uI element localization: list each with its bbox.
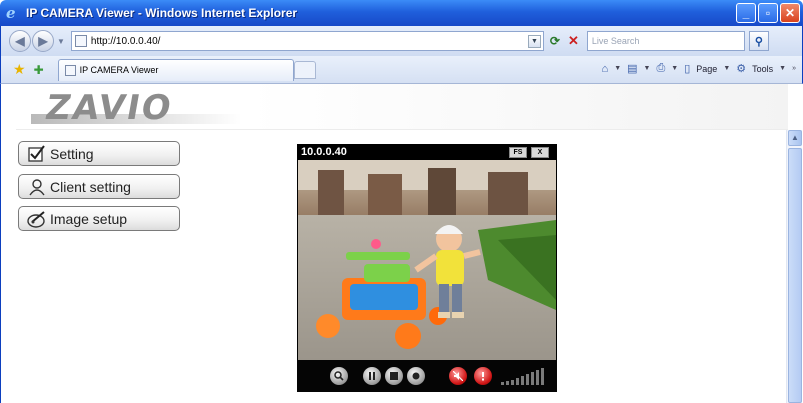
page-dropdown-icon[interactable]: ▼	[723, 65, 730, 72]
back-button[interactable]: ◀	[9, 30, 31, 52]
record-icon[interactable]	[407, 367, 425, 385]
camera-live-image	[298, 160, 556, 360]
image-edit-icon	[27, 210, 47, 228]
refresh-icon[interactable]: ⟳	[550, 34, 560, 48]
stop-icon[interactable]	[385, 367, 403, 385]
new-tab-button[interactable]	[293, 60, 316, 79]
page-menu-icon[interactable]: ▯	[684, 62, 690, 75]
checkbox-icon	[27, 144, 47, 163]
favorites-star-icon[interactable]: ★	[13, 61, 26, 78]
page-icon	[74, 35, 87, 47]
page-menu-label[interactable]: Page	[696, 64, 717, 74]
mute-icon[interactable]	[449, 367, 467, 385]
history-dropdown-icon[interactable]: ▼	[57, 37, 65, 46]
minimize-button[interactable]: _	[736, 3, 756, 23]
search-input[interactable]: Live Search	[586, 31, 745, 51]
tab-ip-camera-viewer[interactable]: IP CAMERA Viewer	[57, 58, 294, 81]
client-setting-label: Client setting	[50, 178, 131, 195]
video-controls	[297, 360, 557, 392]
tab-label: IP CAMERA Viewer	[79, 65, 159, 75]
search-icon[interactable]: ⚲	[748, 31, 769, 51]
scroll-up-icon[interactable]: ▲	[788, 130, 802, 146]
maximize-button[interactable]: ▫	[758, 3, 778, 23]
feeds-dropdown-icon[interactable]: ▼	[644, 65, 651, 72]
volume-icon[interactable]	[501, 368, 547, 386]
command-buttons: ⌂ ▼ ▤ ▼ ⎙ ▼ ▯ Page ▼ ⚙ Tools ▼ »	[602, 62, 796, 75]
setting-label: Setting	[50, 145, 94, 162]
search-placeholder: Live Search	[591, 36, 640, 46]
client-setting-button[interactable]: Client setting	[18, 174, 180, 199]
address-input[interactable]: http://10.0.0.40/ ▼	[70, 31, 544, 51]
address-toolbar: ◀ ▶ ▼ http://10.0.0.40/ ▼ ⟳ ✕ Live Searc…	[0, 26, 803, 56]
print-icon[interactable]: ⎙	[656, 62, 665, 75]
ie-logo-icon: e	[6, 4, 16, 22]
address-dropdown-icon[interactable]: ▼	[527, 35, 541, 48]
close-button[interactable]: ✕	[780, 3, 800, 23]
zoom-icon[interactable]	[330, 367, 348, 385]
forward-button[interactable]: ▶	[32, 30, 54, 52]
home-icon[interactable]: ⌂	[602, 63, 609, 75]
chevron-more-icon[interactable]: »	[792, 65, 796, 72]
window-controls: _ ▫ ✕	[736, 3, 800, 23]
alarm-icon[interactable]	[474, 367, 492, 385]
command-bar: ★ ✚ IP CAMERA Viewer ⌂ ▼ ▤ ▼ ⎙ ▼ ▯ Page ▼ ⚙ …	[0, 56, 803, 84]
vertical-scrollbar[interactable]: ▲	[786, 130, 802, 403]
pause-icon[interactable]	[363, 367, 381, 385]
window-title: IP CAMERA Viewer - Windows Internet Expl…	[26, 6, 298, 20]
print-dropdown-icon[interactable]: ▼	[671, 65, 678, 72]
zavio-logo: ZAVIO	[42, 88, 177, 128]
image-setup-button[interactable]: Image setup	[18, 206, 180, 231]
page-icon	[64, 64, 76, 76]
feeds-icon[interactable]: ▤	[627, 62, 637, 75]
image-setup-label: Image setup	[50, 210, 128, 227]
camera-ip-label: 10.0.0.40	[301, 146, 347, 158]
exit-view-button[interactable]: X	[531, 147, 549, 158]
user-icon	[27, 178, 47, 196]
tools-menu-label[interactable]: Tools	[752, 64, 773, 74]
url-text: http://10.0.0.40/	[90, 35, 161, 47]
stop-icon[interactable]: ✕	[568, 33, 579, 49]
home-dropdown-icon[interactable]: ▼	[614, 65, 621, 72]
logo-banner: ZAVIO	[16, 84, 788, 130]
window-titlebar: e IP CAMERA Viewer - Windows Internet Ex…	[0, 0, 803, 26]
page-content: ZAVIO Setting Client setting Image setup…	[0, 84, 803, 403]
tools-dropdown-icon[interactable]: ▼	[779, 65, 786, 72]
add-favorite-icon[interactable]: ✚	[34, 63, 44, 77]
tools-gear-icon[interactable]: ⚙	[736, 62, 746, 75]
fullscreen-button[interactable]: FS	[509, 147, 527, 158]
setting-button[interactable]: Setting	[18, 141, 180, 166]
camera-video-panel[interactable]: 10.0.0.40 FS X	[297, 144, 557, 392]
scrollbar-thumb[interactable]	[788, 148, 802, 403]
